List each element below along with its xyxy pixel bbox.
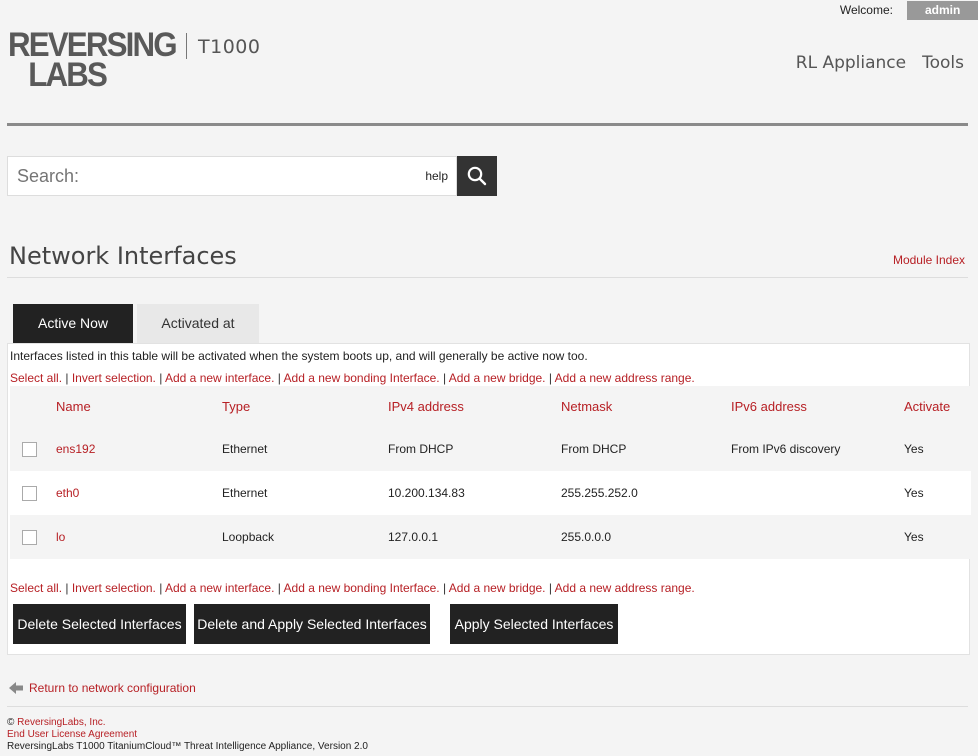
title-divider xyxy=(7,277,968,278)
interface-ipv6 xyxy=(731,471,904,515)
add-address-range-link[interactable]: Add a new address range. xyxy=(555,581,695,595)
row-checkbox[interactable] xyxy=(22,485,37,501)
row-checkbox[interactable] xyxy=(22,529,37,545)
product-name: T1000 xyxy=(198,36,261,58)
module-index-link[interactable]: Module Index xyxy=(893,253,965,267)
interface-name-link[interactable]: ens192 xyxy=(56,442,95,456)
add-interface-link[interactable]: Add a new interface. xyxy=(165,371,274,385)
column-ipv6[interactable]: IPv6 address xyxy=(731,386,904,427)
add-address-range-link[interactable]: Add a new address range. xyxy=(555,371,695,385)
row-checkbox[interactable] xyxy=(22,441,37,457)
search-bar: help xyxy=(7,156,497,196)
eula-link[interactable]: End User License Agreement xyxy=(7,729,137,740)
select-column-header xyxy=(10,386,56,427)
interface-type: Loopback xyxy=(222,515,388,559)
search-input[interactable] xyxy=(17,165,397,187)
footer-divider xyxy=(7,706,968,707)
search-icon xyxy=(467,166,487,186)
tab-bar: Active Now Activated at Boot xyxy=(13,304,259,370)
interfaces-panel: Interfaces listed in this table will be … xyxy=(7,343,971,655)
interface-type: Ethernet xyxy=(222,471,388,515)
tab-activated-at-boot[interactable]: Activated at Boot xyxy=(137,304,259,370)
apply-selected-button[interactable]: Apply Selected Interfaces xyxy=(450,604,618,644)
search-button[interactable] xyxy=(457,156,497,196)
table-header-row: Name Type IPv4 address Netmask IPv6 addr… xyxy=(10,386,971,427)
return-to-network-config: Return to network configuration xyxy=(8,680,196,696)
search-box: help xyxy=(7,156,457,196)
select-all-link[interactable]: Select all. xyxy=(10,581,62,595)
table-row: eth0 Ethernet 10.200.134.83 255.255.252.… xyxy=(10,471,971,515)
main-nav: RL Appliance Tools xyxy=(796,53,964,73)
nav-tools[interactable]: Tools xyxy=(922,53,964,73)
column-activate[interactable]: Activate xyxy=(904,386,971,427)
action-buttons: Delete Selected Interfaces Delete and Ap… xyxy=(13,604,618,644)
interface-ipv6: From IPv6 discovery xyxy=(731,427,904,471)
search-help-link[interactable]: help xyxy=(425,169,448,183)
company-link[interactable]: ReversingLabs, Inc. xyxy=(17,717,105,728)
add-interface-link[interactable]: Add a new interface. xyxy=(165,581,274,595)
interface-type: Ethernet xyxy=(222,427,388,471)
delete-selected-button[interactable]: Delete Selected Interfaces xyxy=(13,604,186,644)
interface-name-link[interactable]: lo xyxy=(56,530,65,544)
add-bridge-link[interactable]: Add a new bridge. xyxy=(449,371,546,385)
logo-divider xyxy=(186,33,187,59)
top-bar: Welcome: admin xyxy=(840,0,978,20)
column-name[interactable]: Name xyxy=(56,386,222,427)
column-ipv4[interactable]: IPv4 address xyxy=(388,386,561,427)
logo-line2: LABS xyxy=(28,56,108,94)
nav-rl-appliance[interactable]: RL Appliance xyxy=(796,53,906,73)
header-divider xyxy=(7,123,968,126)
copyright-symbol: © xyxy=(7,717,15,728)
reversinglabs-logo[interactable]: REVERSING LABS xyxy=(8,28,190,94)
actions-top: Select all. | Invert selection. | Add a … xyxy=(10,371,695,385)
interface-activate: Yes xyxy=(904,471,971,515)
welcome-label: Welcome: xyxy=(839,3,893,17)
interfaces-table: Name Type IPv4 address Netmask IPv6 addr… xyxy=(10,386,971,559)
username-badge[interactable]: admin xyxy=(907,0,978,20)
back-arrow-icon[interactable] xyxy=(8,680,24,696)
table-row: ens192 Ethernet From DHCP From DHCP From… xyxy=(10,427,971,471)
tab-active-now[interactable]: Active Now xyxy=(13,304,133,343)
delete-apply-selected-button[interactable]: Delete and Apply Selected Interfaces xyxy=(194,604,430,644)
column-type[interactable]: Type xyxy=(222,386,388,427)
add-bonding-interface-link[interactable]: Add a new bonding Interface. xyxy=(284,581,440,595)
interface-netmask: From DHCP xyxy=(561,427,731,471)
footer: © ReversingLabs, Inc. End User License A… xyxy=(7,717,368,753)
version-text: ReversingLabs T1000 TitaniumCloud™ Threa… xyxy=(7,741,368,752)
add-bridge-link[interactable]: Add a new bridge. xyxy=(449,581,546,595)
interface-ipv4: 127.0.0.1 xyxy=(388,515,561,559)
interface-activate: Yes xyxy=(904,515,971,559)
interface-ipv6 xyxy=(731,515,904,559)
interface-ipv4: 10.200.134.83 xyxy=(388,471,561,515)
column-netmask[interactable]: Netmask xyxy=(561,386,731,427)
interface-activate: Yes xyxy=(904,427,971,471)
add-bonding-interface-link[interactable]: Add a new bonding Interface. xyxy=(284,371,440,385)
return-link[interactable]: Return to network configuration xyxy=(29,681,196,695)
panel-intro-text: Interfaces listed in this table will be … xyxy=(10,349,588,363)
table-row: lo Loopback 127.0.0.1 255.0.0.0 Yes xyxy=(10,515,971,559)
select-all-link[interactable]: Select all. xyxy=(10,371,62,385)
page-title: Network Interfaces xyxy=(9,242,237,270)
interface-ipv4: From DHCP xyxy=(388,427,561,471)
interface-name-link[interactable]: eth0 xyxy=(56,486,79,500)
invert-selection-link[interactable]: Invert selection. xyxy=(72,581,156,595)
interface-netmask: 255.0.0.0 xyxy=(561,515,731,559)
interface-netmask: 255.255.252.0 xyxy=(561,471,731,515)
invert-selection-link[interactable]: Invert selection. xyxy=(72,371,156,385)
actions-bottom: Select all. | Invert selection. | Add a … xyxy=(10,581,695,595)
